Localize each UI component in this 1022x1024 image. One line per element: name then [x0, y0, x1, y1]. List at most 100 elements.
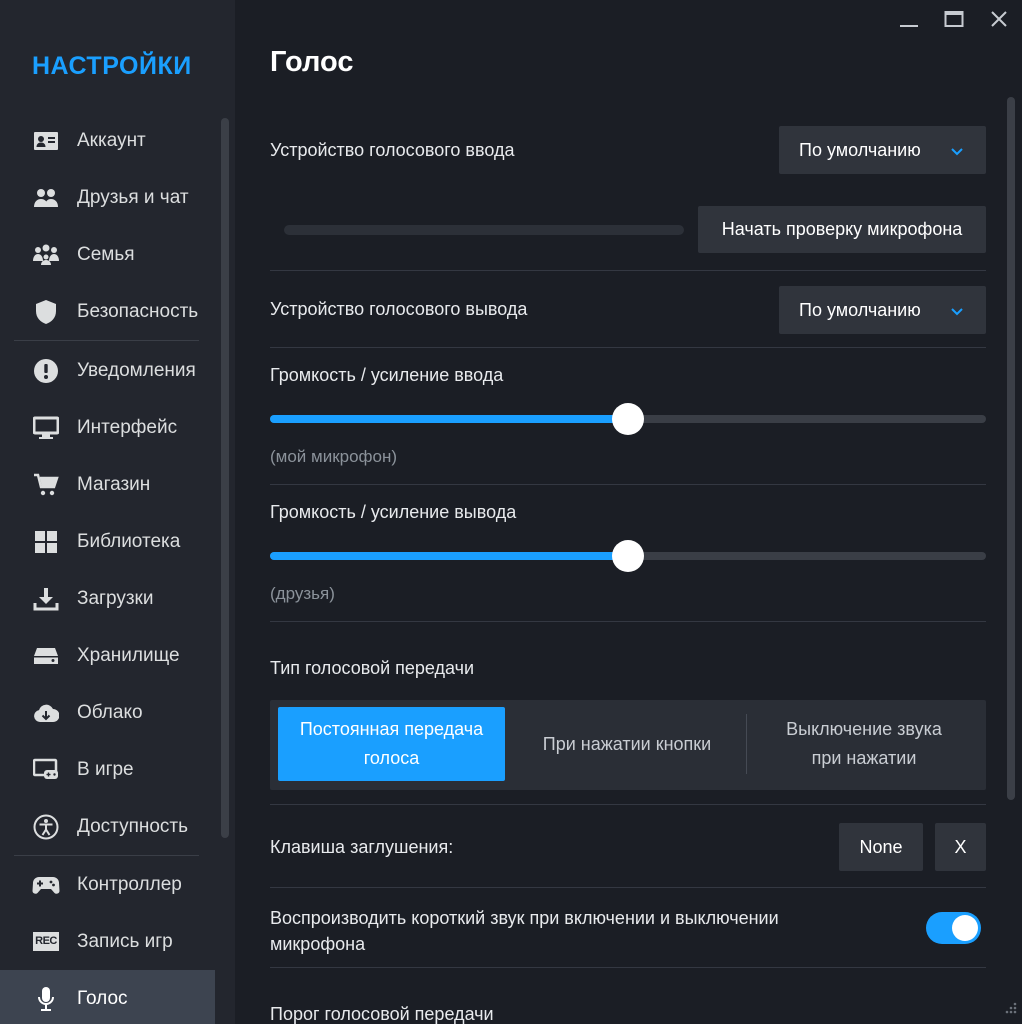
resize-grip-icon[interactable]	[1002, 999, 1018, 1020]
sidebar-item-label: В игре	[77, 758, 134, 780]
microphone-icon	[32, 985, 60, 1013]
input-device-value: По умолчанию	[799, 139, 921, 160]
sidebar-scrollbar[interactable]	[221, 118, 229, 838]
mute-key-label: Клавиша заглушения:	[270, 837, 454, 857]
play-sound-line: Воспроизводить короткий звук при включен…	[270, 908, 779, 928]
sidebar-item-label: Запись игр	[77, 930, 173, 952]
divider	[270, 270, 986, 271]
divider	[270, 347, 986, 348]
sidebar-item-notifications[interactable]: Уведомления	[0, 342, 215, 399]
output-volume-sublabel: (друзья)	[270, 584, 335, 603]
output-volume-fill	[270, 552, 628, 560]
input-volume-thumb[interactable]	[612, 403, 644, 435]
close-button[interactable]	[982, 6, 1016, 36]
mic-test-label: Начать проверку микрофона	[721, 219, 963, 239]
minimize-button[interactable]	[892, 6, 926, 36]
sidebar-item-label: Друзья и чат	[77, 186, 189, 208]
option-line: Постоянная передача	[299, 719, 484, 739]
input-volume-sublabel: (мой микрофон)	[270, 447, 398, 466]
sidebar-item-label: Хранилище	[77, 644, 180, 666]
cart-icon	[32, 471, 60, 499]
divider	[270, 887, 986, 888]
sidebar-item-label: Магазин	[77, 473, 151, 495]
sidebar-title: НАСТРОЙКИ	[32, 52, 192, 80]
mute-key-button[interactable]: None	[839, 823, 923, 871]
sidebar-item-storage[interactable]: Хранилище	[0, 627, 215, 684]
input-volume-label: Громкость / усиление ввода	[270, 365, 504, 385]
in-game-icon	[32, 756, 60, 784]
output-device-value: По умолчанию	[799, 299, 921, 320]
segment-separator	[746, 714, 747, 774]
mute-key-clear-button[interactable]: X	[935, 823, 986, 871]
sidebar-item-downloads[interactable]: Загрузки	[0, 570, 215, 627]
shield-icon	[32, 298, 60, 326]
play-sound-label: Воспроизводить короткий звук при включен…	[270, 905, 779, 957]
main-scrollbar[interactable]	[1007, 97, 1015, 800]
close-icon	[989, 9, 1009, 34]
sidebar-item-label: Безопасность	[77, 300, 199, 322]
sidebar-item-label: Загрузки	[77, 587, 154, 609]
sidebar-item-in-game[interactable]: В игре	[0, 741, 215, 798]
output-volume-label: Громкость / усиление вывода	[270, 502, 517, 522]
friends-icon	[32, 184, 60, 212]
storage-icon	[32, 642, 60, 670]
chevron-down-icon	[950, 302, 964, 323]
output-device-dropdown[interactable]: По умолчанию	[779, 286, 986, 334]
sidebar-item-family[interactable]: Семья	[0, 226, 215, 283]
output-volume-slider[interactable]	[270, 540, 986, 572]
id-card-icon	[32, 127, 60, 155]
monitor-icon	[32, 414, 60, 442]
transmission-option-push-to-talk[interactable]: При нажатии кнопки	[512, 707, 742, 781]
option-line: при нажатии	[811, 748, 917, 768]
mic-test-button[interactable]: Начать проверку микрофона	[698, 206, 986, 253]
sidebar-item-accessibility[interactable]: Доступность	[0, 798, 215, 855]
minimize-icon	[899, 9, 919, 34]
sidebar-item-label: Контроллер	[77, 873, 182, 895]
output-volume-thumb[interactable]	[612, 540, 644, 572]
transmission-type-label: Тип голосовой передачи	[270, 658, 475, 678]
chevron-down-icon	[950, 142, 964, 163]
transmission-option-push-to-mute[interactable]: Выключение звука при нажатии	[750, 707, 978, 781]
sidebar-item-game-recording[interactable]: REC Запись игр	[0, 913, 215, 970]
threshold-label: Порог голосовой передачи	[270, 1004, 494, 1024]
transmission-type-selector: Постоянная передача голоса При нажатии кн…	[270, 700, 986, 790]
sidebar-item-store[interactable]: Магазин	[0, 456, 215, 513]
toggle-knob	[952, 915, 978, 941]
sidebar-item-library[interactable]: Библиотека	[0, 513, 215, 570]
sidebar-item-interface[interactable]: Интерфейс	[0, 399, 215, 456]
page-title: Голос	[270, 46, 354, 78]
sidebar-item-label: Облако	[77, 701, 143, 723]
mute-key-clear-label: X	[954, 836, 967, 857]
transmission-option-continuous[interactable]: Постоянная передача голоса	[278, 707, 505, 781]
sidebar-item-label: Семья	[77, 243, 135, 265]
grid-icon	[32, 528, 60, 556]
rec-icon-text: REC	[33, 932, 59, 951]
output-device-label: Устройство голосового вывода	[270, 299, 528, 319]
sidebar-item-friends[interactable]: Друзья и чат	[0, 169, 215, 226]
input-volume-slider[interactable]	[270, 403, 986, 435]
sidebar-divider	[14, 340, 199, 341]
play-sound-toggle[interactable]	[926, 912, 981, 944]
maximize-button[interactable]	[937, 6, 971, 36]
play-sound-line: микрофона	[270, 934, 366, 954]
sidebar-item-account[interactable]: Аккаунт	[0, 112, 215, 169]
sidebar-item-label: Доступность	[77, 815, 189, 837]
divider	[270, 804, 986, 805]
sidebar-item-label: Интерфейс	[77, 416, 178, 438]
accessibility-icon	[32, 813, 60, 841]
input-volume-fill	[270, 415, 628, 423]
mic-level-meter	[284, 225, 684, 235]
input-device-dropdown[interactable]: По умолчанию	[779, 126, 986, 174]
sidebar-item-security[interactable]: Безопасность	[0, 283, 215, 340]
download-icon	[32, 585, 60, 613]
sidebar-item-label: Голос	[77, 987, 128, 1009]
sidebar-item-label: Уведомления	[77, 359, 196, 381]
sidebar-item-controller[interactable]: Контроллер	[0, 856, 215, 913]
sidebar: НАСТРОЙКИ Аккаунт Друзья и чат Семья Без…	[0, 0, 235, 1024]
sidebar-item-cloud[interactable]: Облако	[0, 684, 215, 741]
sidebar-item-voice[interactable]: Голос	[0, 970, 215, 1024]
rec-icon: REC	[32, 928, 60, 956]
gamepad-icon	[32, 871, 60, 899]
family-icon	[32, 241, 60, 269]
option-line: голоса	[363, 748, 420, 768]
